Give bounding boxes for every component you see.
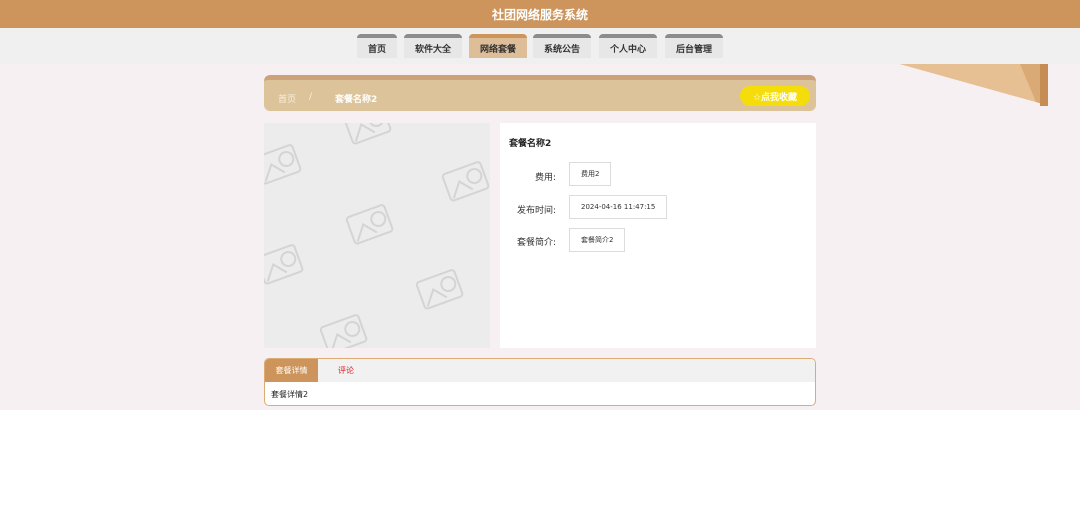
decorative-frame-corner: [900, 64, 1048, 106]
tab-package-details[interactable]: 套餐详情: [265, 359, 318, 382]
nav-item-packages[interactable]: 网络套餐: [469, 34, 527, 58]
tab-comments[interactable]: 评论: [318, 359, 374, 382]
tab-content: 套餐详情2: [271, 390, 309, 399]
nav-item-admin[interactable]: 后台管理: [665, 34, 723, 58]
intro-value: 套餐简介2: [569, 228, 626, 252]
nav-item-announcements[interactable]: 系统公告: [533, 34, 591, 58]
package-image: [264, 123, 490, 348]
main-nav: 首页 软件大全 网络套餐 系统公告 个人中心 后台管理: [0, 28, 1080, 64]
site-title: 社团网络服务系统: [491, 7, 588, 22]
nav-item-home[interactable]: 首页: [357, 34, 397, 58]
image-placeholder-icon: [264, 123, 490, 348]
fee-label: 费用:: [534, 173, 556, 183]
breadcrumb-separator: /: [309, 92, 313, 102]
publish-time-value: 2024-04-16 11:47:15: [569, 195, 668, 219]
breadcrumb-home[interactable]: 首页: [278, 92, 296, 105]
intro-label: 套餐简介:: [516, 238, 556, 248]
breadcrumb: 首页 / 套餐名称2 ☆点我收藏: [264, 75, 816, 111]
fee-value: 费用2: [569, 162, 612, 186]
breadcrumb-current: 套餐名称2: [335, 95, 378, 105]
publish-time-label: 发布时间:: [516, 206, 556, 216]
package-info-panel: 套餐名称2 费用: 费用2 发布时间: 2024-04-16 11:47:15 …: [500, 123, 816, 348]
tab-bar: 套餐详情 评论: [265, 359, 815, 382]
favorite-button[interactable]: ☆点我收藏: [740, 86, 810, 106]
nav-item-profile[interactable]: 个人中心: [599, 34, 657, 58]
package-title: 套餐名称2: [509, 139, 552, 149]
nav-item-software[interactable]: 软件大全: [404, 34, 462, 58]
site-header: 社团网络服务系统: [0, 0, 1080, 28]
detail-tabs: 套餐详情 评论 套餐详情2: [264, 358, 816, 406]
